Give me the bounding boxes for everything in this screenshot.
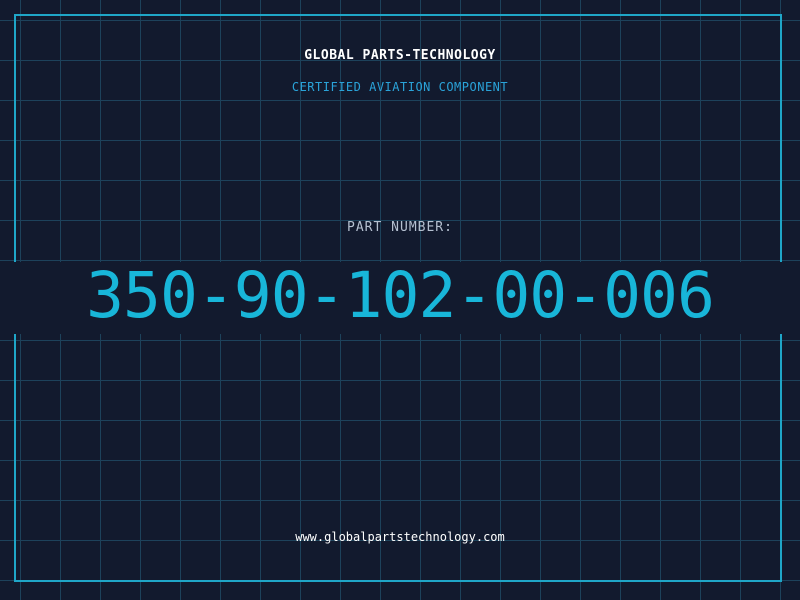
website-url: www.globalpartstechnology.com	[295, 530, 505, 544]
part-number-label: PART NUMBER:	[347, 220, 453, 235]
tagline: CERTIFIED AVIATION COMPONENT	[291, 80, 509, 94]
part-number-value: 350-90-102-00-006	[86, 259, 715, 332]
company-name: GLOBAL PARTS-TECHNOLOGY	[304, 48, 496, 63]
